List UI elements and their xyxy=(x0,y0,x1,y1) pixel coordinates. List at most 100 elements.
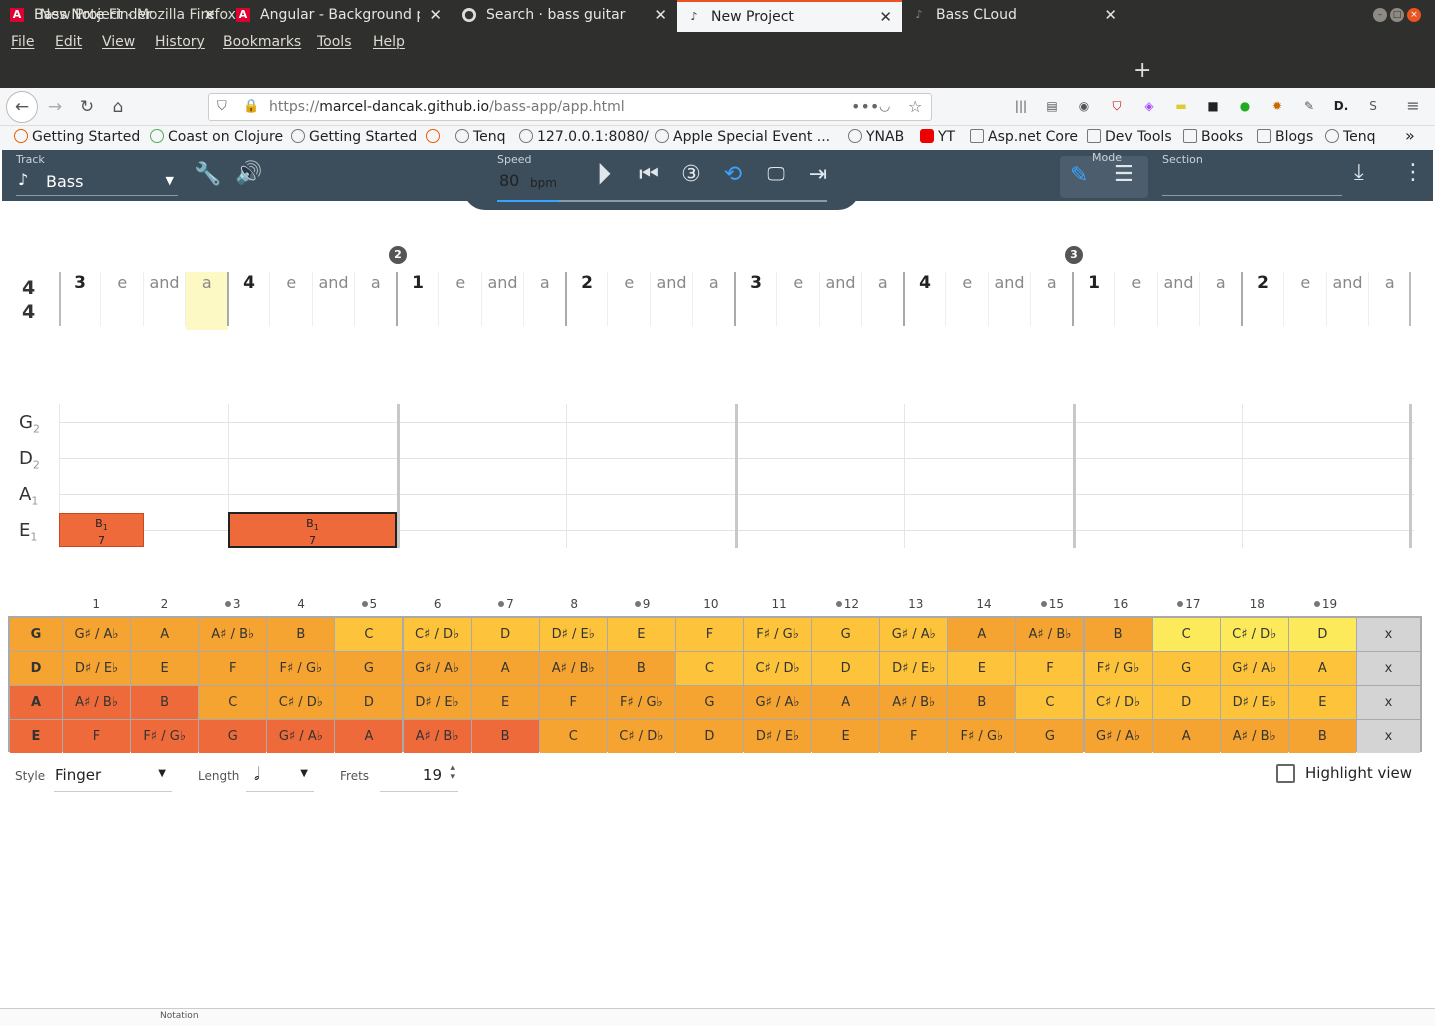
fretboard-note[interactable]: A xyxy=(1152,720,1220,753)
beat-label[interactable]: 3 xyxy=(59,273,101,293)
fretboard-note[interactable]: C♯ / D♭ xyxy=(267,686,335,719)
fretboard-note[interactable]: D xyxy=(1152,686,1220,719)
fretboard-note[interactable]: G♯ / A♭ xyxy=(1220,652,1288,685)
fretboard-note[interactable]: G♯ / A♭ xyxy=(880,618,948,651)
bookmark-item[interactable]: Tenq xyxy=(1325,129,1376,145)
screen-lock-icon[interactable]: 🖵 xyxy=(761,160,791,190)
pocket-icon[interactable]: ◡ xyxy=(879,94,890,120)
fretboard-note[interactable]: G xyxy=(335,652,403,685)
fretboard-note[interactable]: F♯ / G♭ xyxy=(1084,652,1152,685)
loop-icon[interactable]: ⟲ xyxy=(718,160,748,190)
mute-string-button[interactable]: x xyxy=(1356,720,1420,753)
fretboard-note[interactable]: D♯ / E♭ xyxy=(880,652,948,685)
beat-label[interactable]: e xyxy=(1284,273,1326,292)
edit-mode-icon[interactable]: ✎ xyxy=(1070,163,1088,188)
menu-history[interactable]: History xyxy=(155,34,205,50)
bookmark-folder[interactable]: Asp.net Core xyxy=(970,129,1078,145)
bookmark-item[interactable]: Tenq xyxy=(455,129,506,145)
close-tab-icon[interactable]: ✕ xyxy=(203,0,216,30)
fretboard-note[interactable]: C xyxy=(1152,618,1220,651)
volume-icon[interactable]: 🔊 xyxy=(235,161,262,186)
fretboard-note[interactable]: B xyxy=(267,618,335,651)
fretboard-string-name[interactable]: A xyxy=(10,686,62,719)
extension-icon[interactable]: S xyxy=(1364,97,1382,115)
fretboard-note[interactable]: C♯ / D♭ xyxy=(1220,618,1288,651)
beat-label[interactable]: a xyxy=(186,273,228,292)
extension-icon[interactable]: ◈ xyxy=(1140,97,1158,115)
fretboard-note[interactable]: F xyxy=(539,686,607,719)
length-select[interactable]: 𝅗𝅥 ▼ xyxy=(246,764,314,792)
fretboard-note[interactable]: D xyxy=(335,686,403,719)
highlight-view-checkbox[interactable] xyxy=(1276,764,1295,783)
extension-icon[interactable]: ● xyxy=(1236,97,1254,115)
fretboard-note[interactable]: G♯ / A♭ xyxy=(1084,720,1152,753)
menu-edit[interactable]: Edit xyxy=(55,34,82,50)
beat-label[interactable]: and xyxy=(313,273,355,292)
fretboard-note[interactable]: G♯ / A♭ xyxy=(63,618,131,651)
download-icon[interactable]: ⤓ xyxy=(1354,160,1364,185)
beat-label[interactable]: a xyxy=(355,273,397,292)
beat-label[interactable]: and xyxy=(651,273,693,292)
menu-file[interactable]: File xyxy=(11,34,34,50)
beat-label[interactable]: e xyxy=(1115,273,1157,292)
beat-label[interactable]: e xyxy=(777,273,819,292)
menu-bookmarks[interactable]: Bookmarks xyxy=(223,34,301,50)
forward-icon[interactable]: → xyxy=(42,94,68,120)
fretboard-note[interactable]: G xyxy=(1016,720,1084,753)
close-tab-icon[interactable]: ✕ xyxy=(879,2,892,32)
home-icon[interactable]: ⌂ xyxy=(105,94,131,120)
fit-width-icon[interactable]: ⇥ xyxy=(803,160,833,190)
beat-label[interactable]: 4 xyxy=(904,273,946,293)
note-block-selected[interactable]: B1 7 xyxy=(228,512,397,548)
tab-bass-note-finder[interactable]: A Bass Note Finder ✕ xyxy=(0,0,226,32)
beat-label[interactable]: a xyxy=(693,273,735,292)
fretboard-note[interactable]: A♯ / B♭ xyxy=(403,720,471,753)
mute-string-button[interactable]: x xyxy=(1356,652,1420,685)
beat-label[interactable]: 3 xyxy=(735,273,777,293)
more-bookmarks-icon[interactable]: » xyxy=(1405,126,1415,145)
beat-label[interactable]: 2 xyxy=(566,273,608,293)
beat-label[interactable]: e xyxy=(946,273,988,292)
extension-icon[interactable]: D. xyxy=(1332,97,1350,115)
fretboard-string-name[interactable]: G xyxy=(10,618,62,651)
beat-label[interactable]: e xyxy=(439,273,481,292)
fretboard-note[interactable]: D♯ / E♭ xyxy=(403,686,471,719)
countdown-icon[interactable]: ③ xyxy=(676,160,706,190)
fretboard-note[interactable]: A xyxy=(131,618,199,651)
maximize-icon[interactable]: □ xyxy=(1390,8,1404,22)
fretboard-note[interactable]: E xyxy=(607,618,675,651)
track-select[interactable]: ♪ Bass ▼ xyxy=(16,168,178,196)
speed-input[interactable]: 80 xyxy=(499,171,519,190)
close-tab-icon[interactable]: ✕ xyxy=(1104,0,1117,30)
play-icon[interactable]: ⏵ xyxy=(589,160,619,190)
fretboard-note[interactable]: A xyxy=(812,686,880,719)
account-icon[interactable]: ◉ xyxy=(1075,97,1093,115)
fretboard-note[interactable]: C xyxy=(539,720,607,753)
fretboard-note[interactable]: E xyxy=(1288,686,1356,719)
fretboard-note[interactable]: B xyxy=(948,686,1016,719)
fretboard-note[interactable]: A♯ / B♭ xyxy=(1220,720,1288,753)
tab-search-bass-guitar[interactable]: ● Search · bass guitar ✕ xyxy=(452,0,677,32)
fretboard-note[interactable]: D xyxy=(675,720,743,753)
beat-label[interactable]: and xyxy=(1158,273,1200,292)
fretboard-note[interactable]: E xyxy=(812,720,880,753)
fretboard-note[interactable]: A♯ / B♭ xyxy=(199,618,267,651)
style-select[interactable]: Finger ▼ xyxy=(54,764,172,792)
close-tab-icon[interactable]: ✕ xyxy=(654,0,667,30)
playlist-mode-icon[interactable]: ☰ xyxy=(1114,162,1134,187)
note-block[interactable]: B1 7 xyxy=(59,513,144,547)
extension-icon[interactable]: ■ xyxy=(1204,97,1222,115)
fretboard-note[interactable]: G♯ / A♭ xyxy=(267,720,335,753)
back-icon[interactable]: ← xyxy=(6,91,38,123)
fretboard-note[interactable]: C♯ / D♭ xyxy=(607,720,675,753)
fretboard-note[interactable]: E xyxy=(131,652,199,685)
hamburger-menu-icon[interactable]: ≡ xyxy=(1404,97,1422,115)
fretboard-note[interactable]: C♯ / D♭ xyxy=(744,652,812,685)
fretboard-note[interactable]: F♯ / G♭ xyxy=(744,618,812,651)
mute-string-button[interactable]: x xyxy=(1356,618,1420,651)
fretboard-note[interactable]: B xyxy=(607,652,675,685)
fretboard-note[interactable]: B xyxy=(1288,720,1356,753)
fretboard-note[interactable]: A xyxy=(335,720,403,753)
url-bar[interactable]: ⛉ 🔒 https://marcel-dancak.github.io/bass… xyxy=(208,93,932,121)
bookmark-folder[interactable]: Blogs xyxy=(1257,129,1313,145)
